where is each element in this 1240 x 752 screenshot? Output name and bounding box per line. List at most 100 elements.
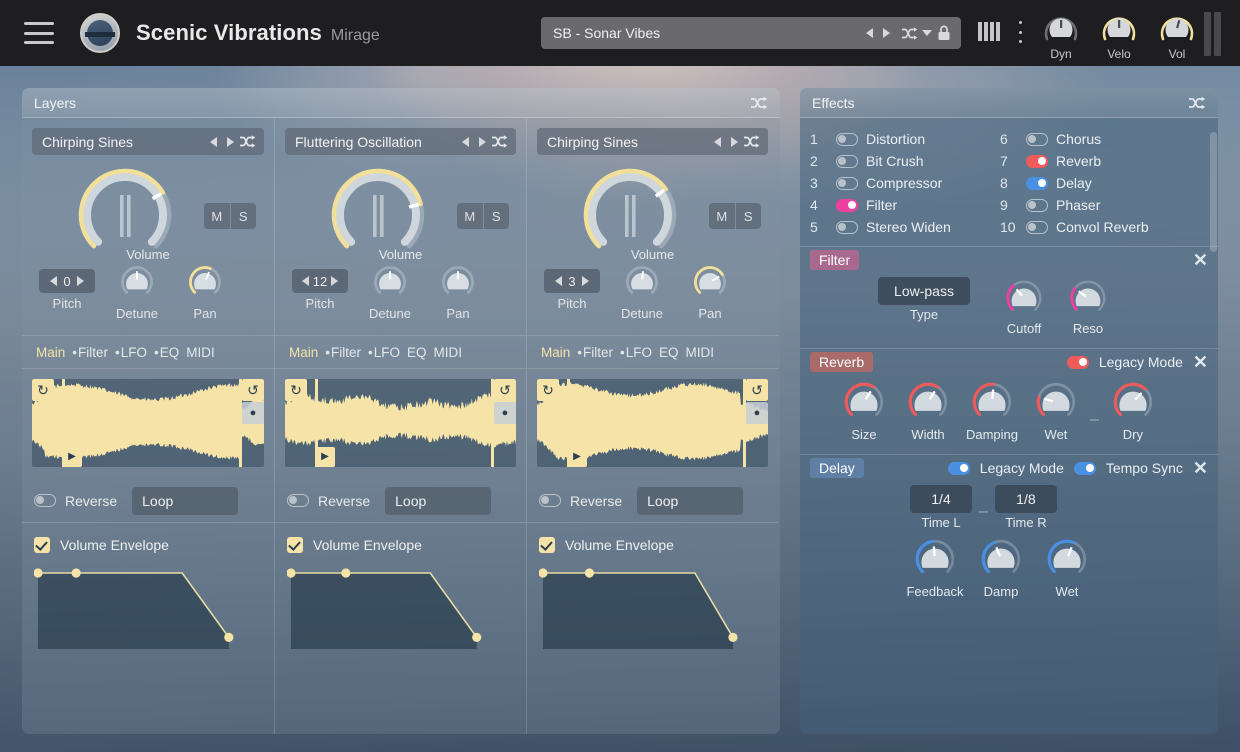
tab-midi[interactable]: MIDI [184, 343, 217, 362]
effect-enable-toggle[interactable] [1026, 176, 1048, 190]
loop-mode-select[interactable]: Loop [637, 486, 744, 515]
knob-velo[interactable]: Velo [1094, 6, 1144, 61]
more-vertical-icon[interactable] [1013, 21, 1027, 43]
next-sample-icon[interactable] [726, 131, 743, 153]
tab-filter[interactable]: •Filter [575, 343, 615, 362]
pitch-stepper[interactable]: 3 [544, 269, 600, 293]
knob-wet[interactable]: Wet [1024, 379, 1088, 442]
effect-slot-delay[interactable]: 8 Delay [1000, 172, 1190, 194]
pitch-decrement-icon[interactable] [298, 270, 313, 292]
previous-preset-icon[interactable] [861, 22, 878, 44]
pitch-stepper[interactable]: 0 [39, 269, 95, 293]
knob-pan[interactable]: Pan [679, 263, 741, 321]
legacy-mode-toggle[interactable] [1066, 355, 1089, 369]
solo-button[interactable]: S [734, 203, 762, 229]
next-sample-icon[interactable] [222, 131, 239, 153]
volume-envelope-graph[interactable] [34, 565, 262, 649]
effect-enable-toggle[interactable] [836, 132, 858, 146]
loop-start-icon[interactable]: ↻ [285, 379, 307, 401]
knob-size[interactable]: Size [832, 379, 896, 442]
tab-main[interactable]: Main [287, 343, 320, 362]
effect-enable-toggle[interactable] [836, 154, 858, 168]
knob-detune[interactable]: Detune [359, 263, 421, 321]
tab-main[interactable]: Main [539, 343, 572, 362]
filter-type-select[interactable]: Low-pass [878, 277, 970, 305]
knob-wet[interactable]: Wet [1034, 536, 1100, 599]
solo-button[interactable]: S [229, 203, 257, 229]
volume-envelope-graph[interactable] [287, 565, 514, 649]
next-sample-icon[interactable] [474, 131, 491, 153]
shuffle-icon[interactable] [491, 134, 509, 149]
knob-detune[interactable]: Detune [106, 263, 168, 321]
knob-damping[interactable]: Damping [960, 379, 1024, 442]
tab-eq[interactable]: EQ [657, 343, 681, 362]
mute-button[interactable]: M [204, 203, 230, 229]
effect-enable-toggle[interactable] [836, 220, 858, 234]
shuffle-icon[interactable] [750, 96, 768, 110]
reverse-toggle[interactable] [287, 494, 309, 507]
previous-sample-icon[interactable] [457, 131, 474, 153]
effect-slot-bit-crush[interactable]: 2 Bit Crush [810, 150, 1000, 172]
loop-start-icon[interactable]: ↻ [537, 379, 559, 401]
knob-vol[interactable]: Vol [1152, 6, 1202, 61]
sample-drop-icon[interactable]: ● [746, 402, 768, 424]
volume-envelope-graph[interactable] [539, 565, 766, 649]
tab-eq[interactable]: •EQ [152, 343, 181, 362]
play-marker-icon[interactable]: ▶ [315, 447, 335, 467]
effects-scrollbar[interactable] [1210, 132, 1217, 252]
loop-start-icon[interactable]: ↻ [32, 379, 54, 401]
mute-button[interactable]: M [709, 203, 735, 229]
knob-cutoff[interactable]: Cutoff [992, 277, 1056, 336]
knob-dyn[interactable]: Dyn [1036, 6, 1086, 61]
delay-time-right-select[interactable]: 1/8 [994, 485, 1057, 513]
knob-damp[interactable]: Damp [968, 536, 1034, 599]
loop-end-icon[interactable]: ↺ [242, 379, 264, 401]
volume-envelope-checkbox[interactable] [34, 537, 50, 553]
reverse-toggle[interactable] [34, 494, 56, 507]
waveform-display[interactable]: ↻ ↺ ● ▶ [32, 379, 264, 467]
tab-filter[interactable]: •Filter [323, 343, 363, 362]
tab-lfo[interactable]: •LFO [366, 343, 402, 362]
shuffle-icon[interactable] [901, 22, 918, 44]
sample-drop-icon[interactable]: ● [494, 402, 516, 424]
effect-slot-chorus[interactable]: 6 Chorus [1000, 128, 1190, 150]
effect-enable-toggle[interactable] [1026, 154, 1048, 168]
knob-pan[interactable]: Pan [174, 263, 236, 321]
shuffle-icon[interactable] [743, 134, 761, 149]
knob-feedback[interactable]: Feedback [902, 536, 968, 599]
tempo-sync-toggle[interactable] [1073, 461, 1096, 475]
knob-pan[interactable]: Pan [427, 263, 489, 321]
legacy-mode-toggle[interactable] [947, 461, 970, 475]
knob-dry[interactable]: Dry [1101, 379, 1165, 442]
effect-enable-toggle[interactable] [1026, 198, 1048, 212]
effect-slot-reverb[interactable]: 7 Reverb [1000, 150, 1190, 172]
preset-bar[interactable]: SB - Sonar Vibes [541, 17, 961, 49]
layer-name-bar[interactable]: Fluttering Oscillation [285, 128, 516, 155]
previous-sample-icon[interactable] [709, 131, 726, 153]
tab-filter[interactable]: •Filter [70, 343, 110, 362]
pitch-decrement-icon[interactable] [45, 270, 62, 292]
tab-eq[interactable]: EQ [405, 343, 429, 362]
tab-midi[interactable]: MIDI [432, 343, 465, 362]
pitch-increment-icon[interactable] [72, 270, 89, 292]
layer-name-bar[interactable]: Chirping Sines [537, 128, 768, 155]
tab-midi[interactable]: MIDI [684, 343, 717, 362]
tab-lfo[interactable]: •LFO [113, 343, 149, 362]
knob-detune[interactable]: Detune [611, 263, 673, 321]
effect-enable-toggle[interactable] [1026, 220, 1048, 234]
keyboard-icon[interactable] [978, 22, 1000, 41]
knob-width[interactable]: Width [896, 379, 960, 442]
waveform-display[interactable]: ↻ ↺ ● ▶ [285, 379, 516, 467]
waveform-display[interactable]: ↻ ↺ ● ▶ [537, 379, 768, 467]
pitch-stepper[interactable]: 12 [292, 269, 348, 293]
close-icon[interactable]: ✕ [1193, 251, 1208, 269]
save-lock-icon[interactable] [935, 22, 952, 44]
effect-slot-compressor[interactable]: 3 Compressor [810, 172, 1000, 194]
effect-slot-stereo-widen[interactable]: 5 Stereo Widen [810, 216, 1000, 238]
solo-button[interactable]: S [482, 203, 510, 229]
knob-reso[interactable]: Reso [1056, 277, 1120, 336]
tab-main[interactable]: Main [34, 343, 67, 362]
hamburger-icon[interactable] [24, 22, 54, 44]
sample-drop-icon[interactable]: ● [242, 402, 264, 424]
effect-enable-toggle[interactable] [1026, 132, 1048, 146]
